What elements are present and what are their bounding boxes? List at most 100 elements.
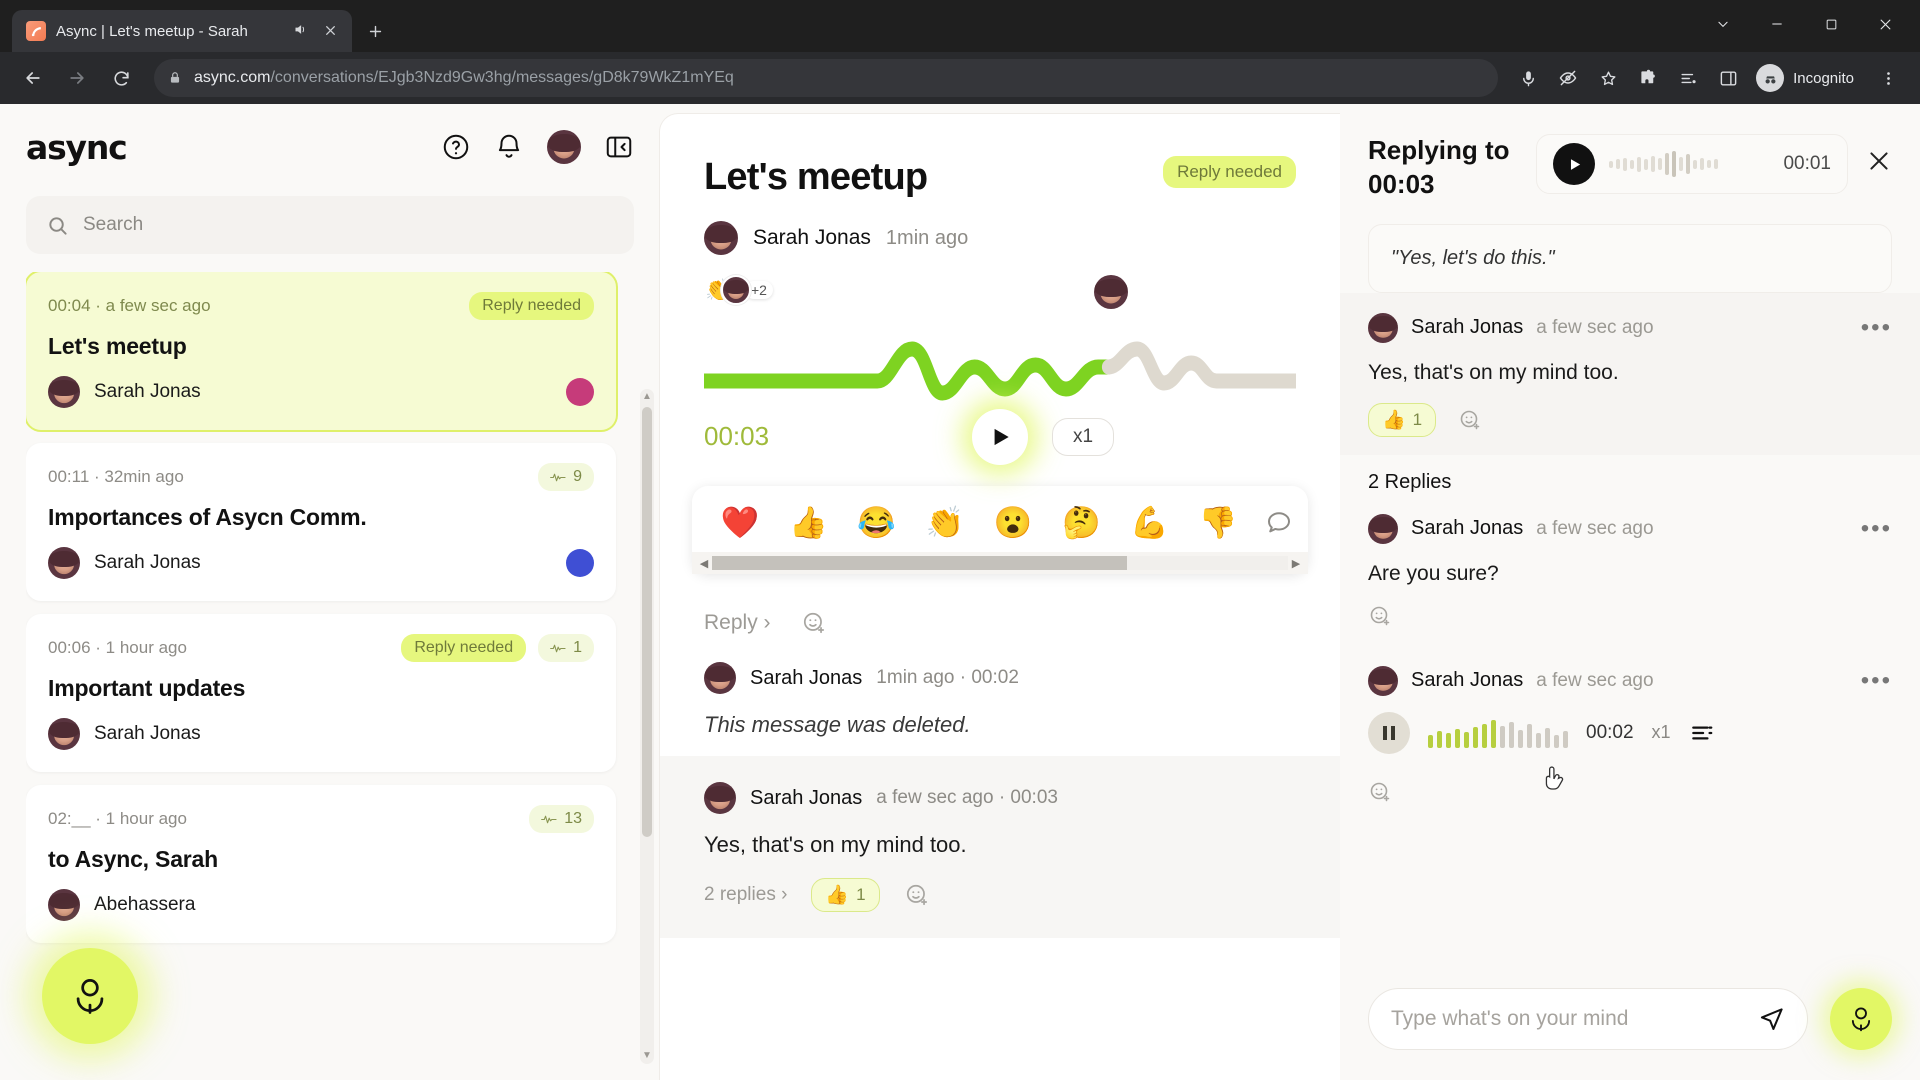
- browser-tab[interactable]: Async | Let's meetup - Sarah: [12, 10, 352, 52]
- scroll-down-icon[interactable]: ▼: [640, 1048, 654, 1064]
- search-icon: [49, 216, 67, 235]
- comment-icon[interactable]: [1264, 507, 1294, 537]
- more-horizontal-icon[interactable]: •••: [1861, 516, 1892, 540]
- search-input[interactable]: Search: [26, 196, 634, 254]
- conversation-item[interactable]: 00:04 · a few sec ago Reply needed Let's…: [26, 272, 616, 430]
- scroll-right-icon[interactable]: ▶: [1288, 557, 1304, 570]
- message-input[interactable]: Type what's on your mind: [1368, 988, 1808, 1050]
- add-reaction-icon[interactable]: [1458, 408, 1482, 432]
- conversation-author-row: Abehassera: [48, 889, 594, 921]
- reply-button[interactable]: Reply ›: [704, 611, 771, 635]
- message: Sarah Jonas 1min ago · 00:02 This messag…: [660, 636, 1340, 738]
- play-button[interactable]: [972, 408, 1028, 465]
- add-reaction-icon[interactable]: [1368, 604, 1392, 628]
- reading-list-icon[interactable]: [1670, 60, 1706, 96]
- conversation-timestamp: 02:__ · 1 hour ago: [48, 809, 187, 828]
- scrollbar-thumb[interactable]: [642, 407, 652, 837]
- omnibox-actions: Incognito: [1510, 60, 1906, 96]
- transcript-quote: "Yes, let's do this.": [1368, 223, 1892, 293]
- emoji-option-thumbsdown[interactable]: 👎: [1184, 498, 1252, 546]
- add-reaction-icon[interactable]: [1368, 780, 1392, 804]
- audio-waveform-block: 👏 +2: [660, 275, 1340, 415]
- message: Sarah Jonas a few sec ago · 00:03 Yes, t…: [660, 756, 1340, 938]
- eye-off-icon[interactable]: [1550, 60, 1586, 96]
- bell-icon[interactable]: [494, 132, 524, 162]
- collapse-panel-icon[interactable]: [604, 132, 634, 162]
- waveform-graphic[interactable]: [1428, 718, 1568, 748]
- avatar: [704, 782, 736, 814]
- more-horizontal-icon[interactable]: •••: [1861, 668, 1892, 692]
- emoji-option-wow[interactable]: 😮: [979, 498, 1047, 546]
- waveform-graphic[interactable]: [704, 319, 1296, 415]
- conversation-item[interactable]: 00:11 · 32min ago 9 Importances of Asycn…: [26, 443, 616, 601]
- emoji-option-joy[interactable]: 😂: [843, 498, 911, 546]
- message-body: This message was deleted.: [704, 712, 971, 737]
- avatar: [1094, 275, 1128, 309]
- help-icon[interactable]: [441, 132, 471, 162]
- chevron-down-icon[interactable]: [1696, 4, 1750, 44]
- waveform-graphic[interactable]: [1609, 151, 1718, 177]
- app-logo[interactable]: async: [26, 128, 128, 167]
- tab-close-icon[interactable]: [318, 22, 342, 41]
- playback-speed-button[interactable]: x1: [1052, 417, 1115, 456]
- address-bar[interactable]: async.com/conversations/EJgb3Nzd9Gw3hg/m…: [154, 59, 1499, 97]
- forward-button[interactable]: [58, 59, 96, 97]
- scroll-up-icon[interactable]: ▲: [640, 389, 654, 405]
- message-timestamp: 1min ago · 00:02: [876, 667, 1019, 688]
- conversation-item[interactable]: 02:__ · 1 hour ago 13 to Async, Sarah Ab…: [26, 785, 616, 943]
- side-panel-icon[interactable]: [1710, 60, 1746, 96]
- async-app: async Search 00:04 · a few sec ago Reply…: [0, 104, 1920, 1080]
- emoji-option-muscle[interactable]: 💪: [1116, 498, 1184, 546]
- playback-speed-button[interactable]: x1: [1652, 722, 1671, 743]
- maximize-icon[interactable]: [1804, 4, 1858, 44]
- sidebar-scrollbar[interactable]: ▲ ▼: [640, 389, 654, 1064]
- compose-bar: Type what's on your mind: [1340, 966, 1920, 1080]
- speaker-icon[interactable]: [293, 22, 308, 40]
- browser-menu-icon[interactable]: [1870, 60, 1906, 96]
- more-horizontal-icon[interactable]: •••: [1861, 315, 1892, 339]
- tab-strip: Async | Let's meetup - Sarah: [0, 0, 1920, 52]
- minimize-icon[interactable]: [1750, 4, 1804, 44]
- conversation-title: Let's meetup: [48, 333, 187, 359]
- play-icon: [1570, 158, 1580, 170]
- message-timestamp: a few sec ago: [1536, 316, 1654, 338]
- thread-title: Replying to 00:03: [1368, 135, 1510, 199]
- emoji-option-thinking[interactable]: 🤔: [1047, 498, 1115, 546]
- pause-button[interactable]: [1368, 711, 1410, 754]
- status-badge: Reply needed: [1163, 156, 1296, 188]
- scrollbar-track[interactable]: [712, 556, 1288, 570]
- back-button[interactable]: [14, 59, 52, 97]
- reaction-chip[interactable]: 👍 1: [1368, 402, 1437, 437]
- scroll-left-icon[interactable]: ◀: [696, 557, 712, 570]
- conversation-author: Sarah Jonas: [94, 552, 201, 573]
- emoji-option-clap[interactable]: 👏: [911, 498, 979, 546]
- mic-icon[interactable]: [1510, 60, 1546, 96]
- conversation-title: Importances of Asycn Comm.: [48, 504, 367, 530]
- emoji-scrollbar[interactable]: ◀ ▶: [692, 552, 1308, 574]
- parent-audio-player[interactable]: 00:01: [1536, 134, 1848, 194]
- add-reaction-icon[interactable]: [801, 610, 827, 636]
- avatar[interactable]: [547, 130, 581, 164]
- close-icon[interactable]: [1866, 134, 1892, 179]
- send-icon[interactable]: [1758, 1006, 1785, 1033]
- view-replies-button[interactable]: 2 replies ›: [704, 884, 787, 906]
- reaction-cluster[interactable]: 👏 +2: [704, 275, 773, 305]
- play-button[interactable]: [1553, 143, 1595, 185]
- add-reaction-icon[interactable]: [904, 882, 930, 908]
- reload-button[interactable]: [102, 59, 140, 97]
- url-text: async.com/conversations/EJgb3Nzd9Gw3hg/m…: [194, 69, 734, 87]
- scrollbar-thumb[interactable]: [712, 556, 1127, 570]
- new-tab-button[interactable]: [352, 10, 398, 52]
- emoji-option-thumbsup[interactable]: 👍: [774, 498, 842, 546]
- transcript-icon[interactable]: [1689, 720, 1715, 746]
- profile-incognito-button[interactable]: Incognito: [1752, 60, 1866, 96]
- reply-actions: Reply ›: [660, 610, 1340, 636]
- record-voice-button[interactable]: [42, 948, 138, 1044]
- reaction-chip[interactable]: 👍 1: [811, 878, 880, 912]
- star-icon[interactable]: [1590, 60, 1626, 96]
- conversation-item[interactable]: 00:06 · 1 hour ago Reply needed 1 Import…: [26, 614, 616, 772]
- window-close-icon[interactable]: [1858, 4, 1912, 44]
- extensions-icon[interactable]: [1630, 60, 1666, 96]
- emoji-option-heart[interactable]: ❤️: [706, 498, 774, 546]
- record-voice-button[interactable]: [1830, 988, 1892, 1050]
